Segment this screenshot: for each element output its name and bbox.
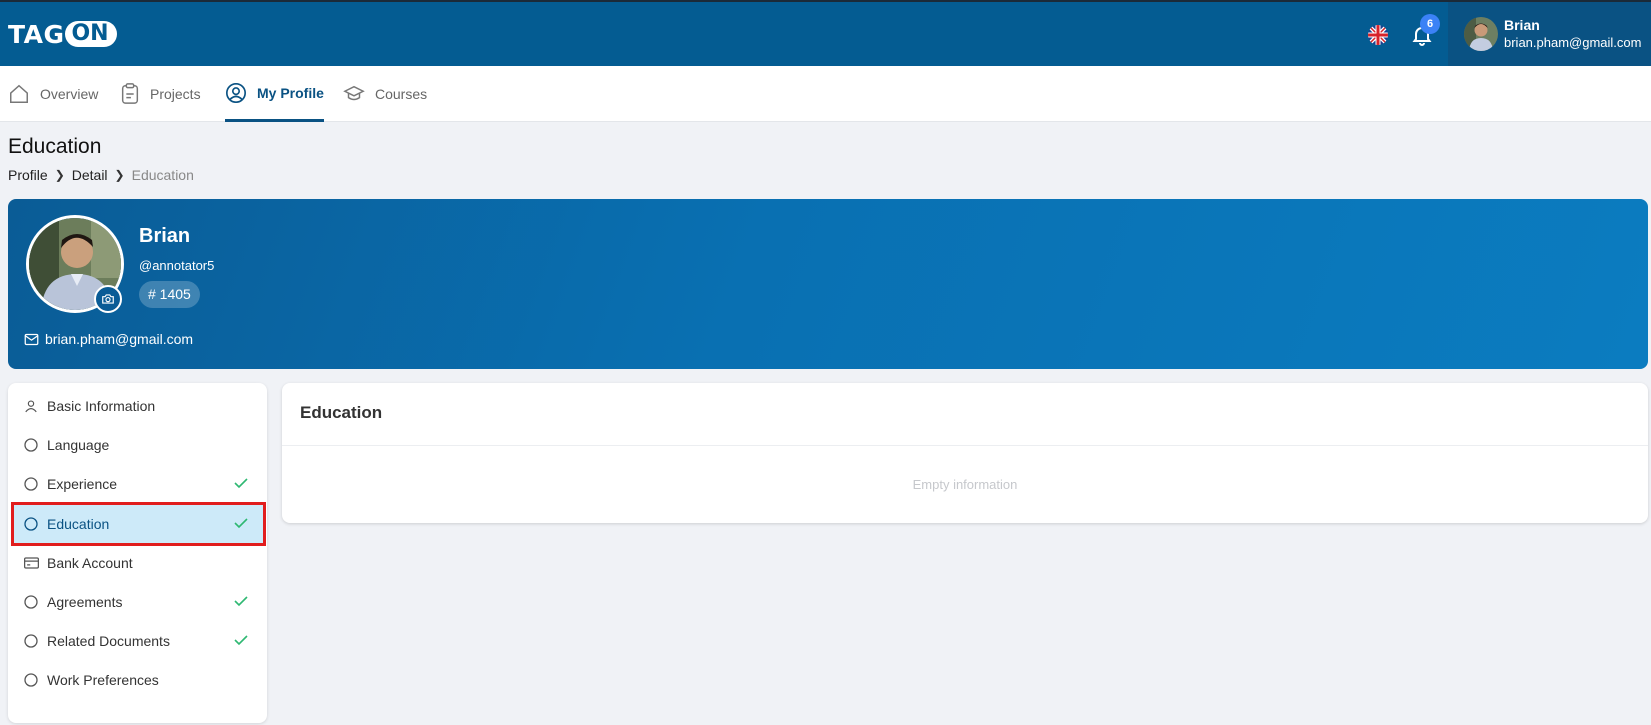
tagon-logo[interactable]: TAG ON: [8, 19, 117, 49]
sidebar-item-label: Experience: [47, 476, 118, 492]
sidebar-item-experience[interactable]: Experience: [14, 465, 263, 503]
sidebar-item-education[interactable]: Education: [11, 502, 266, 546]
check-icon: [233, 476, 249, 493]
mail-icon: [24, 333, 39, 345]
education-card: Education Empty information: [282, 383, 1648, 523]
empty-state-text: Empty information: [912, 477, 1018, 492]
sidebar-item-label: Related Documents: [47, 633, 170, 649]
sidebar-item-label: Work Preferences: [47, 672, 159, 688]
tab-my-profile[interactable]: My Profile: [225, 66, 324, 122]
breadcrumb-detail[interactable]: Detail: [72, 167, 108, 183]
breadcrumb-profile[interactable]: Profile: [8, 167, 48, 183]
tab-label: Courses: [375, 86, 428, 102]
profile-sidebar: Basic Information Language Experience Ed…: [8, 383, 267, 723]
profile-name: Brian: [139, 225, 191, 247]
user-icon: [23, 398, 39, 414]
tab-label: Projects: [150, 86, 201, 102]
change-photo-button[interactable]: [94, 285, 122, 313]
chevron-right-icon: ❯: [54, 168, 65, 182]
breadcrumb-education: Education: [131, 167, 194, 183]
tab-projects[interactable]: Projects: [120, 66, 201, 122]
sidebar-item-related-documents[interactable]: Related Documents: [14, 622, 263, 660]
sidebar-item-work-preferences[interactable]: Work Preferences: [14, 661, 263, 699]
circle-icon: [23, 672, 39, 688]
user-menu[interactable]: Brian brian.pham@gmail.com: [1448, 2, 1651, 66]
clipboard-icon: [121, 83, 139, 104]
circle-icon: [23, 516, 39, 532]
main-nav: Overview Projects My Profile Courses: [0, 66, 1651, 122]
sidebar-item-label: Education: [47, 516, 110, 532]
page-title: Education: [8, 135, 102, 158]
tab-courses[interactable]: Courses: [343, 66, 427, 122]
logo-text-on: ON: [65, 21, 117, 47]
uk-flag-icon[interactable]: [1368, 25, 1388, 45]
circle-icon: [23, 633, 39, 649]
sidebar-item-label: Language: [47, 437, 110, 453]
circle-icon: [23, 594, 39, 610]
profile-email-text: brian.pham@gmail.com: [45, 331, 194, 347]
profile-email: brian.pham@gmail.com: [24, 331, 193, 347]
divider: [282, 445, 1648, 446]
chevron-right-icon: ❯: [114, 168, 125, 182]
header-user-name: Brian: [1504, 17, 1540, 33]
breadcrumb: Profile ❯ Detail ❯ Education: [8, 167, 194, 183]
user-circle-icon: [226, 82, 246, 103]
graduation-cap-icon: [343, 85, 365, 101]
tab-label: Overview: [40, 86, 99, 102]
sidebar-item-label: Bank Account: [47, 555, 133, 571]
logo-text-tag: TAG: [8, 19, 65, 49]
sidebar-item-bank-account[interactable]: Bank Account: [14, 544, 263, 582]
sidebar-item-language[interactable]: Language: [14, 426, 263, 464]
card-title: Education: [300, 403, 383, 422]
camera-icon: [102, 294, 114, 304]
sidebar-item-agreements[interactable]: Agreements: [14, 583, 263, 621]
tab-overview[interactable]: Overview: [8, 66, 98, 122]
profile-id-badge: # 1405: [139, 281, 200, 308]
top-bar: TAG ON 6 Brian brian.pham@gmail.com: [0, 0, 1651, 66]
profile-handle: @annotator5: [139, 258, 215, 273]
home-icon: [10, 84, 28, 103]
header-user-email: brian.pham@gmail.com: [1504, 35, 1642, 50]
tab-label: My Profile: [257, 84, 324, 101]
sidebar-item-label: Agreements: [47, 594, 123, 610]
avatar: [1464, 17, 1498, 51]
credit-card-icon: [23, 555, 39, 571]
sidebar-item-basic-information[interactable]: Basic Information: [14, 387, 263, 425]
check-icon: [233, 594, 249, 611]
check-icon: [233, 633, 249, 650]
sidebar-item-label: Basic Information: [47, 398, 156, 414]
notification-badge: 6: [1420, 14, 1440, 34]
profile-banner: Brian @annotator5 # 1405 brian.pham@gmai…: [8, 199, 1648, 369]
circle-icon: [23, 437, 39, 453]
check-icon: [233, 516, 249, 533]
circle-icon: [23, 476, 39, 492]
